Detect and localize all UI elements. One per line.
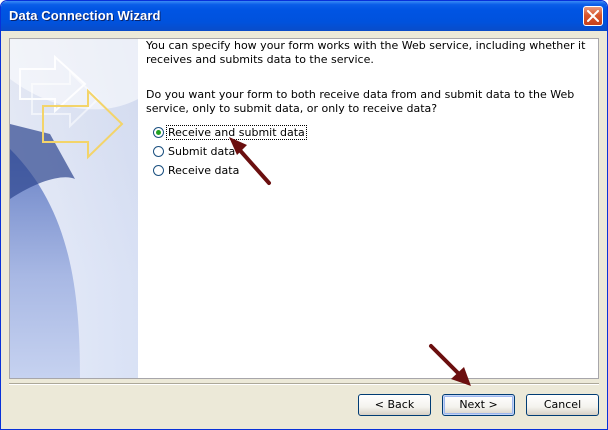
radio-button-selected[interactable] bbox=[153, 126, 164, 138]
close-button[interactable] bbox=[583, 6, 603, 26]
annotation-arrow-icon bbox=[429, 344, 471, 386]
button-separator bbox=[9, 383, 599, 385]
title-bar[interactable]: Data Connection Wizard bbox=[1, 1, 607, 31]
annotation-arrow-icon bbox=[229, 137, 271, 185]
close-icon bbox=[587, 10, 599, 22]
question-text: Do you want your form to both receive da… bbox=[146, 88, 575, 115]
wizard-window: Data Connection Wizard You can specify h… bbox=[0, 0, 608, 430]
radio-button[interactable] bbox=[153, 164, 164, 176]
intro-text: You can specify how your form works with… bbox=[146, 39, 586, 66]
next-button[interactable]: Next > bbox=[442, 394, 515, 416]
window-title: Data Connection Wizard bbox=[9, 8, 161, 23]
radio-button[interactable] bbox=[153, 145, 164, 157]
wizard-side-graphic bbox=[10, 39, 138, 378]
cancel-button[interactable]: Cancel bbox=[526, 394, 599, 416]
back-button[interactable]: < Back bbox=[358, 394, 431, 416]
